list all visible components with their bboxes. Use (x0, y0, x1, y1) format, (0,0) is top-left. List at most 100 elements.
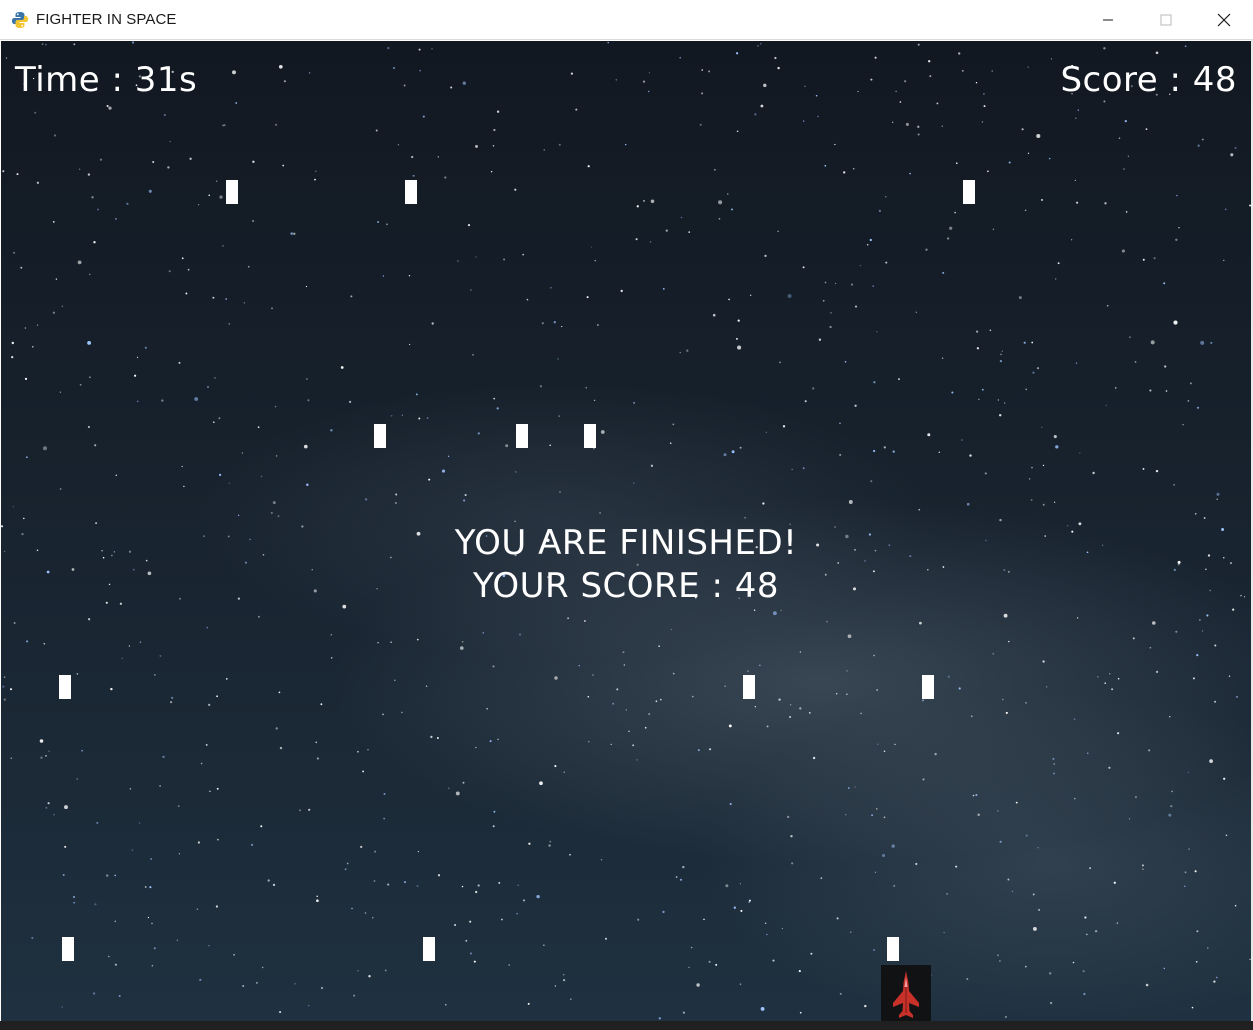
star (475, 144, 478, 148)
minimize-button[interactable] (1079, 0, 1137, 40)
star (679, 878, 683, 881)
star (1230, 153, 1234, 157)
star (1124, 119, 1127, 123)
star (905, 122, 909, 126)
star (558, 143, 561, 146)
star (41, 43, 44, 45)
star (992, 653, 994, 655)
star (1201, 630, 1204, 632)
star (1116, 922, 1119, 924)
star (1038, 908, 1041, 911)
star (1155, 469, 1159, 473)
star (760, 1006, 765, 1011)
star (791, 468, 793, 471)
star (648, 72, 651, 74)
star (305, 285, 308, 288)
star (680, 216, 683, 219)
star (205, 743, 208, 746)
star (206, 626, 209, 629)
star (1089, 867, 1091, 869)
star (34, 111, 37, 114)
star (3, 698, 6, 701)
star (961, 439, 963, 441)
star (848, 787, 850, 789)
star (1215, 976, 1218, 979)
star (115, 218, 117, 220)
star (73, 901, 75, 904)
star (387, 46, 390, 50)
star (233, 953, 235, 956)
star (294, 983, 296, 985)
star (636, 205, 639, 208)
star (870, 480, 873, 483)
star (1164, 365, 1167, 368)
star (403, 84, 406, 87)
star (989, 329, 992, 332)
star (430, 735, 433, 739)
star (688, 231, 691, 233)
star (983, 105, 986, 108)
star (975, 82, 978, 84)
star (735, 52, 739, 55)
star (514, 470, 517, 473)
star (688, 966, 690, 968)
star (275, 455, 278, 457)
star (731, 450, 735, 454)
star (570, 998, 572, 1000)
game-canvas[interactable]: Time : 31s Score : 48 YOU ARE FINISHED! … (1, 41, 1251, 1021)
star (836, 917, 839, 920)
star (475, 256, 477, 258)
star (1117, 677, 1120, 680)
star (23, 517, 25, 520)
star (45, 43, 47, 46)
star (874, 56, 877, 59)
star (561, 325, 563, 328)
title-bar[interactable]: FIGHTER IN SPACE (0, 0, 1253, 40)
star (1184, 885, 1186, 888)
star (750, 294, 752, 296)
star (1128, 336, 1131, 339)
star (1163, 967, 1166, 970)
star (1148, 749, 1151, 752)
star (1015, 801, 1018, 804)
star (633, 402, 635, 404)
star (91, 196, 94, 199)
star (183, 485, 185, 488)
star (779, 361, 781, 364)
star (966, 978, 969, 980)
star (850, 283, 854, 286)
star (1216, 498, 1218, 500)
star (357, 970, 359, 972)
star (1199, 619, 1201, 621)
maximize-button[interactable] (1137, 0, 1195, 40)
star (992, 228, 995, 231)
star (260, 475, 263, 478)
star (597, 324, 599, 326)
star (1225, 834, 1228, 837)
star (419, 70, 421, 72)
star (401, 414, 404, 416)
star (516, 913, 518, 915)
star (472, 354, 474, 356)
star (1196, 654, 1199, 657)
star (857, 90, 859, 93)
close-button[interactable] (1195, 0, 1253, 40)
game-window: FIGHTER IN SPACE Time : 31s Score: 48 Y… (0, 0, 1253, 1030)
star (386, 223, 388, 226)
bullet (226, 180, 238, 204)
star (1036, 367, 1040, 370)
star (1141, 864, 1144, 867)
star (600, 859, 603, 861)
star (766, 725, 769, 728)
star (798, 970, 801, 973)
star (255, 981, 258, 984)
star (1149, 646, 1152, 649)
star (395, 493, 398, 496)
final-score-message: YOUR SCORE : 48 (472, 566, 779, 606)
star (1210, 341, 1213, 344)
star (493, 810, 496, 813)
star (151, 922, 153, 925)
star (871, 814, 874, 817)
star (362, 770, 365, 773)
star (1041, 198, 1043, 201)
